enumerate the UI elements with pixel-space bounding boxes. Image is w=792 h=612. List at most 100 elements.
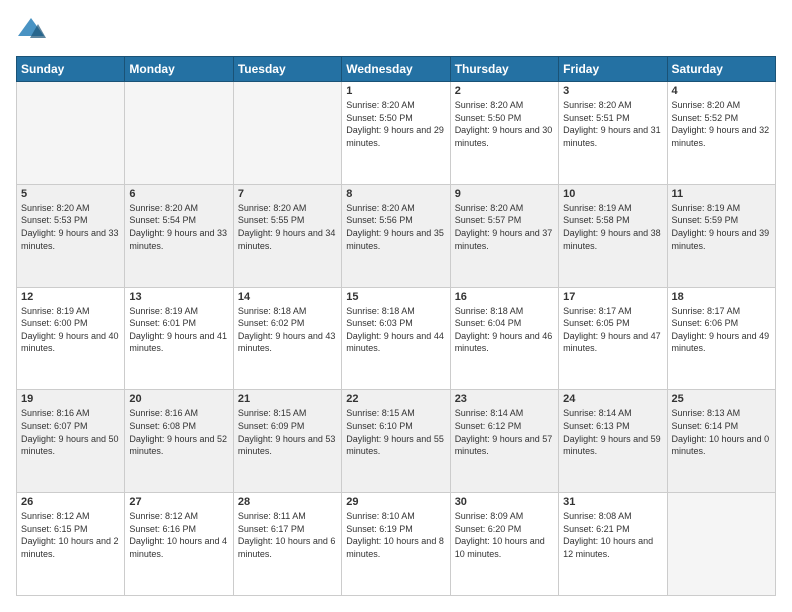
day-number: 28 — [238, 496, 337, 508]
day-info: Sunrise: 8:20 AM Sunset: 5:50 PM Dayligh… — [346, 99, 445, 149]
calendar-cell: 19 Sunrise: 8:16 AM Sunset: 6:07 PM Dayli… — [17, 390, 125, 493]
day-number: 21 — [238, 393, 337, 405]
logo-icon — [16, 16, 46, 46]
weekday-header-sunday: Sunday — [17, 57, 125, 82]
week-row-1: 1Sunrise: 8:20 AM Sunset: 5:50 PM Daylig… — [17, 82, 776, 185]
calendar-cell: 26 Sunrise: 8:12 AM Sunset: 6:15 PM Dayli… — [17, 493, 125, 596]
day-number: 18 — [672, 291, 771, 303]
day-number: 3 — [563, 85, 662, 97]
calendar-cell: 10 Sunrise: 8:19 AM Sunset: 5:58 PM Dayli… — [559, 184, 667, 287]
day-info: Sunrise: 8:15 AM Sunset: 6:09 PM Dayligh… — [238, 407, 337, 457]
calendar-cell: 8 Sunrise: 8:20 AM Sunset: 5:56 PM Daylig… — [342, 184, 450, 287]
day-number: 20 — [129, 393, 228, 405]
day-info: Sunrise: 8:18 AM Sunset: 6:03 PM Dayligh… — [346, 305, 445, 355]
calendar-cell: 20 Sunrise: 8:16 AM Sunset: 6:08 PM Dayli… — [125, 390, 233, 493]
calendar-cell — [125, 82, 233, 185]
week-row-3: 12Sunrise: 8:19 AM Sunset: 6:00 PM Dayli… — [17, 287, 776, 390]
calendar-cell: 4 Sunrise: 8:20 AM Sunset: 5:52 PM Daylig… — [667, 82, 775, 185]
logo — [16, 16, 50, 46]
day-info: Sunrise: 8:20 AM Sunset: 5:54 PM Dayligh… — [129, 202, 228, 252]
day-number: 19 — [21, 393, 120, 405]
calendar-cell: 21 Sunrise: 8:15 AM Sunset: 6:09 PM Dayli… — [233, 390, 341, 493]
calendar-cell: 25Sunrise: 8:13 AM Sunset: 6:14 PM Dayli… — [667, 390, 775, 493]
day-info: Sunrise: 8:20 AM Sunset: 5:56 PM Dayligh… — [346, 202, 445, 252]
day-info: Sunrise: 8:13 AM Sunset: 6:14 PM Dayligh… — [672, 407, 771, 457]
day-info: Sunrise: 8:20 AM Sunset: 5:52 PM Dayligh… — [672, 99, 771, 149]
day-number: 22 — [346, 393, 445, 405]
day-info: Sunrise: 8:09 AM Sunset: 6:20 PM Dayligh… — [455, 510, 554, 560]
day-number: 17 — [563, 291, 662, 303]
day-number: 7 — [238, 188, 337, 200]
calendar-cell — [233, 82, 341, 185]
week-row-4: 19 Sunrise: 8:16 AM Sunset: 6:07 PM Dayli… — [17, 390, 776, 493]
day-number: 9 — [455, 188, 554, 200]
calendar-cell: 9 Sunrise: 8:20 AM Sunset: 5:57 PM Daylig… — [450, 184, 558, 287]
day-info: Sunrise: 8:12 AM Sunset: 6:15 PM Dayligh… — [21, 510, 120, 560]
day-info: Sunrise: 8:16 AM Sunset: 6:07 PM Dayligh… — [21, 407, 120, 457]
day-info: Sunrise: 8:15 AM Sunset: 6:10 PM Dayligh… — [346, 407, 445, 457]
calendar-cell: 28 Sunrise: 8:11 AM Sunset: 6:17 PM Dayli… — [233, 493, 341, 596]
day-number: 4 — [672, 85, 771, 97]
calendar-cell — [17, 82, 125, 185]
calendar-cell: 23 Sunrise: 8:14 AM Sunset: 6:12 PM Dayli… — [450, 390, 558, 493]
calendar-cell: 5 Sunrise: 8:20 AM Sunset: 5:53 PM Daylig… — [17, 184, 125, 287]
day-info: Sunrise: 8:19 AM Sunset: 5:59 PM Dayligh… — [672, 202, 771, 252]
calendar-cell: 3 Sunrise: 8:20 AM Sunset: 5:51 PM Daylig… — [559, 82, 667, 185]
week-row-5: 26 Sunrise: 8:12 AM Sunset: 6:15 PM Dayli… — [17, 493, 776, 596]
day-number: 2 — [455, 85, 554, 97]
day-info: Sunrise: 8:14 AM Sunset: 6:12 PM Dayligh… — [455, 407, 554, 457]
calendar-cell: 18Sunrise: 8:17 AM Sunset: 6:06 PM Dayli… — [667, 287, 775, 390]
day-info: Sunrise: 8:19 AM Sunset: 5:58 PM Dayligh… — [563, 202, 662, 252]
calendar-cell: 14 Sunrise: 8:18 AM Sunset: 6:02 PM Dayli… — [233, 287, 341, 390]
day-info: Sunrise: 8:20 AM Sunset: 5:51 PM Dayligh… — [563, 99, 662, 149]
calendar-cell: 1Sunrise: 8:20 AM Sunset: 5:50 PM Daylig… — [342, 82, 450, 185]
week-row-2: 5 Sunrise: 8:20 AM Sunset: 5:53 PM Daylig… — [17, 184, 776, 287]
day-info: Sunrise: 8:20 AM Sunset: 5:50 PM Dayligh… — [455, 99, 554, 149]
day-number: 10 — [563, 188, 662, 200]
day-number: 8 — [346, 188, 445, 200]
day-info: Sunrise: 8:19 AM Sunset: 6:01 PM Dayligh… — [129, 305, 228, 355]
day-info: Sunrise: 8:12 AM Sunset: 6:16 PM Dayligh… — [129, 510, 228, 560]
calendar-table: SundayMondayTuesdayWednesdayThursdayFrid… — [16, 56, 776, 596]
day-info: Sunrise: 8:17 AM Sunset: 6:05 PM Dayligh… — [563, 305, 662, 355]
day-number: 6 — [129, 188, 228, 200]
day-number: 14 — [238, 291, 337, 303]
day-info: Sunrise: 8:18 AM Sunset: 6:02 PM Dayligh… — [238, 305, 337, 355]
day-info: Sunrise: 8:20 AM Sunset: 5:57 PM Dayligh… — [455, 202, 554, 252]
calendar-cell: 29Sunrise: 8:10 AM Sunset: 6:19 PM Dayli… — [342, 493, 450, 596]
calendar-cell: 11Sunrise: 8:19 AM Sunset: 5:59 PM Dayli… — [667, 184, 775, 287]
day-info: Sunrise: 8:18 AM Sunset: 6:04 PM Dayligh… — [455, 305, 554, 355]
day-number: 16 — [455, 291, 554, 303]
weekday-header-wednesday: Wednesday — [342, 57, 450, 82]
weekday-header-monday: Monday — [125, 57, 233, 82]
day-info: Sunrise: 8:14 AM Sunset: 6:13 PM Dayligh… — [563, 407, 662, 457]
day-number: 29 — [346, 496, 445, 508]
day-number: 23 — [455, 393, 554, 405]
calendar-cell — [667, 493, 775, 596]
day-number: 30 — [455, 496, 554, 508]
weekday-header-thursday: Thursday — [450, 57, 558, 82]
day-info: Sunrise: 8:16 AM Sunset: 6:08 PM Dayligh… — [129, 407, 228, 457]
day-number: 15 — [346, 291, 445, 303]
weekday-header-row: SundayMondayTuesdayWednesdayThursdayFrid… — [17, 57, 776, 82]
weekday-header-saturday: Saturday — [667, 57, 775, 82]
calendar-cell: 27 Sunrise: 8:12 AM Sunset: 6:16 PM Dayli… — [125, 493, 233, 596]
day-info: Sunrise: 8:08 AM Sunset: 6:21 PM Dayligh… — [563, 510, 662, 560]
calendar-cell: 12Sunrise: 8:19 AM Sunset: 6:00 PM Dayli… — [17, 287, 125, 390]
day-number: 27 — [129, 496, 228, 508]
calendar-cell: 6 Sunrise: 8:20 AM Sunset: 5:54 PM Daylig… — [125, 184, 233, 287]
day-number: 5 — [21, 188, 120, 200]
calendar-cell: 15 Sunrise: 8:18 AM Sunset: 6:03 PM Dayli… — [342, 287, 450, 390]
day-info: Sunrise: 8:11 AM Sunset: 6:17 PM Dayligh… — [238, 510, 337, 560]
calendar-cell: 13Sunrise: 8:19 AM Sunset: 6:01 PM Dayli… — [125, 287, 233, 390]
calendar-cell: 2 Sunrise: 8:20 AM Sunset: 5:50 PM Daylig… — [450, 82, 558, 185]
calendar-cell: 16 Sunrise: 8:18 AM Sunset: 6:04 PM Dayli… — [450, 287, 558, 390]
day-number: 12 — [21, 291, 120, 303]
weekday-header-friday: Friday — [559, 57, 667, 82]
calendar-cell: 17 Sunrise: 8:17 AM Sunset: 6:05 PM Dayli… — [559, 287, 667, 390]
calendar-cell: 31Sunrise: 8:08 AM Sunset: 6:21 PM Dayli… — [559, 493, 667, 596]
day-info: Sunrise: 8:20 AM Sunset: 5:53 PM Dayligh… — [21, 202, 120, 252]
weekday-header-tuesday: Tuesday — [233, 57, 341, 82]
page: SundayMondayTuesdayWednesdayThursdayFrid… — [0, 0, 792, 612]
day-number: 26 — [21, 496, 120, 508]
